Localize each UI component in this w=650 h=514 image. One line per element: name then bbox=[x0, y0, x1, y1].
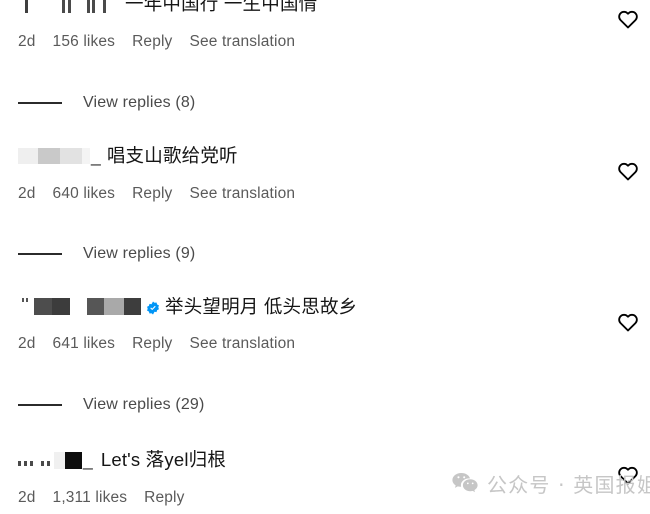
comment-meta-row: 2d 640 likes Reply See translation bbox=[18, 185, 650, 203]
like-button[interactable] bbox=[617, 8, 639, 30]
heart-icon bbox=[618, 162, 638, 181]
comment-body: _ Let's 落yel归根 bbox=[18, 450, 650, 469]
redaction-blocks bbox=[18, 452, 82, 470]
comment-body: _ 唱支山歌给党听 bbox=[18, 146, 650, 165]
wechat-icon bbox=[452, 473, 478, 494]
replies-dash-divider bbox=[18, 102, 62, 104]
comment-timestamp: 2d bbox=[18, 335, 36, 353]
comment-likes-count[interactable]: 156 likes bbox=[53, 33, 116, 51]
redaction-blocks bbox=[18, 298, 28, 316]
reply-button[interactable]: Reply bbox=[132, 185, 172, 203]
redaction-blocks bbox=[18, 0, 119, 14]
watermark-text: 公众号 · 英国报姐 bbox=[487, 473, 650, 497]
comment-body: 一年中国行 一生中国情 bbox=[18, 0, 650, 13]
comment-meta-row: 2d 156 likes Reply See translation bbox=[18, 33, 650, 51]
comment-likes-count[interactable]: 641 likes bbox=[53, 335, 116, 353]
reply-button[interactable]: Reply bbox=[144, 489, 184, 507]
comment-header-line: 举头望明月 低头思故乡 bbox=[18, 297, 590, 316]
username-redacted[interactable] bbox=[18, 298, 28, 316]
replies-dash-divider bbox=[18, 253, 62, 255]
view-replies-row[interactable]: View replies (9) bbox=[0, 245, 195, 263]
comment-body: 举头望明月 低头思故乡 bbox=[18, 297, 650, 316]
comment-text: Let's 落yel归根 bbox=[100, 449, 227, 470]
like-button[interactable] bbox=[617, 311, 639, 333]
comment-text: 举头望明月 低头思故乡 bbox=[165, 296, 358, 317]
comment-meta-row: 2d 641 likes Reply See translation bbox=[18, 335, 650, 353]
view-replies-label[interactable]: View replies (9) bbox=[83, 245, 195, 263]
watermark: 公众号 · 英国报姐 bbox=[452, 469, 650, 498]
view-replies-label[interactable]: View replies (29) bbox=[83, 396, 204, 414]
comment-header-line: 一年中国行 一生中国情 bbox=[18, 0, 590, 13]
comment-timestamp: 2d bbox=[18, 33, 36, 51]
comment-item: 举头望明月 低头思故乡 2d 641 likes Reply See trans… bbox=[0, 297, 650, 353]
comment-likes-count[interactable]: 1,311 likes bbox=[53, 489, 128, 507]
comment-header-line: _ 唱支山歌给党听 bbox=[18, 146, 590, 165]
reply-button[interactable]: Reply bbox=[132, 335, 172, 353]
username-redacted[interactable]: _ bbox=[18, 145, 101, 166]
comment-header-line: _ Let's 落yel归根 bbox=[18, 450, 590, 469]
view-replies-row[interactable]: View replies (29) bbox=[0, 396, 204, 414]
comment-text: 一年中国行 一生中国情 bbox=[125, 0, 318, 14]
heart-icon bbox=[618, 10, 638, 29]
username-tail: _ bbox=[83, 449, 93, 470]
view-replies-label[interactable]: View replies (8) bbox=[83, 94, 195, 112]
reply-button[interactable]: Reply bbox=[132, 33, 172, 51]
username-redacted[interactable] bbox=[18, 0, 119, 14]
verified-badge-icon bbox=[146, 301, 160, 315]
see-translation-button[interactable]: See translation bbox=[189, 33, 295, 51]
replies-dash-divider bbox=[18, 404, 62, 406]
comment-item: _ 唱支山歌给党听 2d 640 likes Reply See transla… bbox=[0, 146, 650, 203]
see-translation-button[interactable]: See translation bbox=[189, 185, 295, 203]
see-translation-button[interactable]: See translation bbox=[189, 335, 295, 353]
comment-timestamp: 2d bbox=[18, 185, 36, 203]
comment-text: 唱支山歌给党听 bbox=[106, 145, 238, 166]
comment-item: 一年中国行 一生中国情 2d 156 likes Reply See trans… bbox=[0, 0, 650, 51]
redaction-blocks bbox=[34, 298, 70, 316]
heart-icon bbox=[618, 313, 638, 332]
comment-timestamp: 2d bbox=[18, 489, 36, 507]
redaction-blocks bbox=[18, 148, 90, 165]
like-button[interactable] bbox=[617, 160, 639, 182]
redaction-blocks bbox=[87, 298, 141, 316]
username-tail: _ bbox=[91, 145, 101, 166]
comment-likes-count[interactable]: 640 likes bbox=[53, 185, 116, 203]
username-redacted[interactable]: _ bbox=[18, 449, 93, 470]
view-replies-row[interactable]: View replies (8) bbox=[0, 94, 195, 112]
